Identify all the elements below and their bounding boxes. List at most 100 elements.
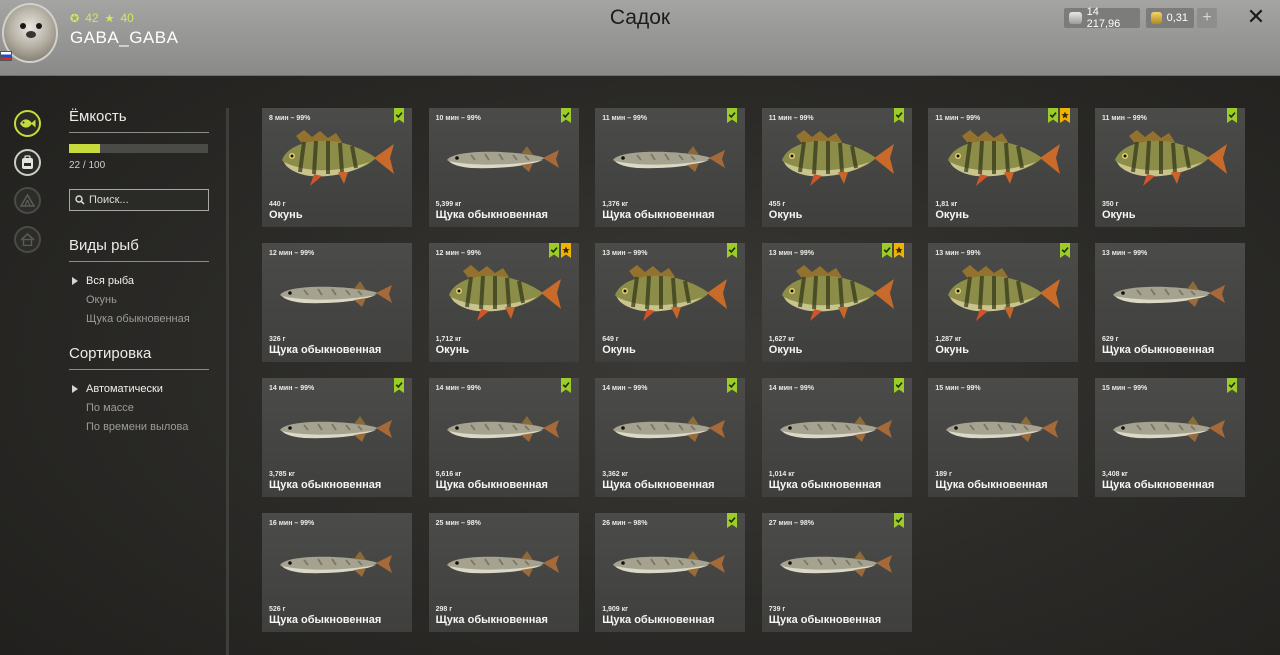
fish-card[interactable]: 15 мин – 99% 3,408 кг Щука обыкновенная [1094,378,1245,497]
fish-weight: 1,627 кг [768,336,795,343]
checkmark-badge-icon [560,378,571,393]
home-tab[interactable] [14,226,41,253]
catch-time: 26 мин – 98% [602,520,648,527]
fish-name: Щука обыкновенная [1101,479,1215,491]
search-input[interactable] [89,194,199,206]
fish-name: Окунь [1101,209,1136,221]
pike-image [280,281,392,307]
fish-card[interactable]: 13 мин – 99% 1,627 кг Окунь [761,243,912,362]
sort-title: Сортировка [69,345,209,370]
species-option[interactable]: Щука обыкновенная [69,310,209,329]
fish-name: Щука обыкновенная [1101,344,1215,356]
fish-name: Щука обыкновенная [768,479,882,491]
fish-name: Щука обыкновенная [935,479,1048,491]
fish-card[interactable]: 12 мин – 99% 326 г Щука обыкновенная [262,243,412,362]
fish-card[interactable]: 12 мин – 99% 1,712 кг Окунь [428,243,579,362]
keepnet-tab[interactable] [14,110,41,137]
card-badges [727,378,738,393]
sort-option[interactable]: По времени вылова [69,418,209,437]
fish-name: Щука обыкновенная [768,614,882,626]
fish-card[interactable]: 10 мин – 99% 5,399 кг Щука обыкновенная [428,108,579,227]
checkmark-badge-icon [394,378,404,393]
fish-card[interactable]: 16 мин – 99% 526 г Щука обыкновенная [262,513,412,632]
home-icon [20,233,35,246]
checkmark-badge-icon [893,378,904,393]
fish-card[interactable]: 14 мин – 99% 3,362 кг Щука обыкновенная [595,378,746,497]
fish-weight: 1,909 кг [602,606,629,613]
catch-time: 12 мин – 99% [435,250,481,257]
fish-name: Щука обыкновенная [602,614,715,626]
fish-card[interactable]: 14 мин – 99% 5,616 кг Щука обыкновенная [428,378,579,497]
silver-coin-icon [1069,12,1082,24]
checkmark-badge-icon [1060,243,1071,258]
fish-card[interactable]: 14 мин – 99% 3,785 кг Щука обыкновенная [262,378,412,497]
catch-time: 13 мин – 99% [1101,250,1148,257]
fish-card[interactable]: 11 мин – 99% 455 г Окунь [761,108,912,227]
card-badges [881,243,904,258]
fish-name: Щука обыкновенная [269,344,382,356]
checkmark-badge-icon [727,243,738,258]
catch-time: 25 мин – 98% [435,520,481,527]
checkmark-badge-icon [1048,108,1059,123]
silver-balance: 14 217,96 [1064,6,1140,30]
fish-card[interactable]: 25 мин – 98% 298 г Щука обыкновенная [428,513,579,632]
search-box[interactable] [69,189,209,211]
fish-card[interactable]: 13 мин – 99% 1,287 кг Окунь [928,243,1079,362]
fish-card[interactable]: 14 мин – 99% 1,014 кг Щука обыкновенная [761,378,912,497]
fish-card[interactable]: 26 мин – 98% 1,909 кг Щука обыкновенная [595,513,746,632]
fish-name: Щука обыкновенная [269,479,382,491]
catch-time: 27 мин – 98% [768,520,815,527]
fish-card[interactable]: 11 мин – 99% 1,81 кг Окунь [928,108,1079,227]
fish-card[interactable]: 13 мин – 99% 649 г Окунь [595,243,746,362]
checkmark-badge-icon [1226,378,1237,393]
filter-panel: Ёмкость 22 / 100 Виды рыб Вся рыбаОкуньЩ… [69,108,209,437]
fish-card[interactable]: 11 мин – 99% 1,376 кг Щука обыкновенная [595,108,746,227]
trophy-star-badge-icon [893,243,904,258]
close-icon: ✕ [1246,4,1266,29]
fish-card[interactable]: 27 мин – 98% 739 г Щука обыкновенная [761,513,912,632]
fish-card[interactable]: 15 мин – 99% 189 г Щука обыкновенная [928,378,1079,497]
card-badges [560,378,571,393]
fish-name: Окунь [768,209,803,221]
perch-image [781,265,894,321]
species-option[interactable]: Вся рыба [69,272,209,291]
card-badges [727,243,738,258]
camp-tab[interactable] [14,187,41,214]
sort-option[interactable]: По массе [69,399,209,418]
fish-weight: 1,014 кг [768,471,795,478]
fish-name: Окунь [269,209,303,221]
fish-weight: 1,712 кг [435,336,462,343]
checkmark-badge-icon [727,378,738,393]
fish-card[interactable]: 8 мин – 99% 440 г Окунь [262,108,412,227]
perch-image [948,265,1061,321]
gold-amount: 0,31 [1166,12,1188,24]
top-bar: ✪ 42 ★ 40 GABA_GABA Садок 14 217,96 0,31… [0,0,1280,76]
capacity-count: 22 / 100 [69,160,106,171]
panel-divider [226,108,229,655]
fish-weight: 3,785 кг [269,471,295,478]
card-badges [893,108,904,123]
pike-image [613,416,726,442]
card-badges [548,243,571,258]
fish-name: Щука обыкновенная [435,209,548,221]
fish-weight: 629 г [1101,336,1119,343]
fish-name: Окунь [435,344,470,356]
catch-time: 12 мин – 99% [269,250,315,257]
fish-weight: 649 г [602,336,619,343]
catch-time: 14 мин – 99% [768,385,815,392]
close-button[interactable]: ✕ [1244,4,1268,30]
catch-time: 15 мин – 99% [1101,385,1148,392]
add-currency-button[interactable]: + [1197,8,1217,28]
card-badges [893,378,904,393]
fish-weight: 1,81 кг [935,201,958,208]
catch-time: 10 мин – 99% [435,115,481,122]
pike-image [280,551,392,577]
fish-card[interactable]: 11 мин – 99% 350 г Окунь [1094,108,1245,227]
inventory-tab[interactable] [14,149,41,176]
fish-card[interactable]: 13 мин – 99% 629 г Щука обыкновенная [1094,243,1245,362]
pike-image [946,416,1059,442]
fish-name: Окунь [935,209,969,221]
species-option[interactable]: Окунь [69,291,209,310]
fish-weight: 3,408 кг [1101,471,1128,478]
sort-option[interactable]: Автоматически [69,380,209,399]
